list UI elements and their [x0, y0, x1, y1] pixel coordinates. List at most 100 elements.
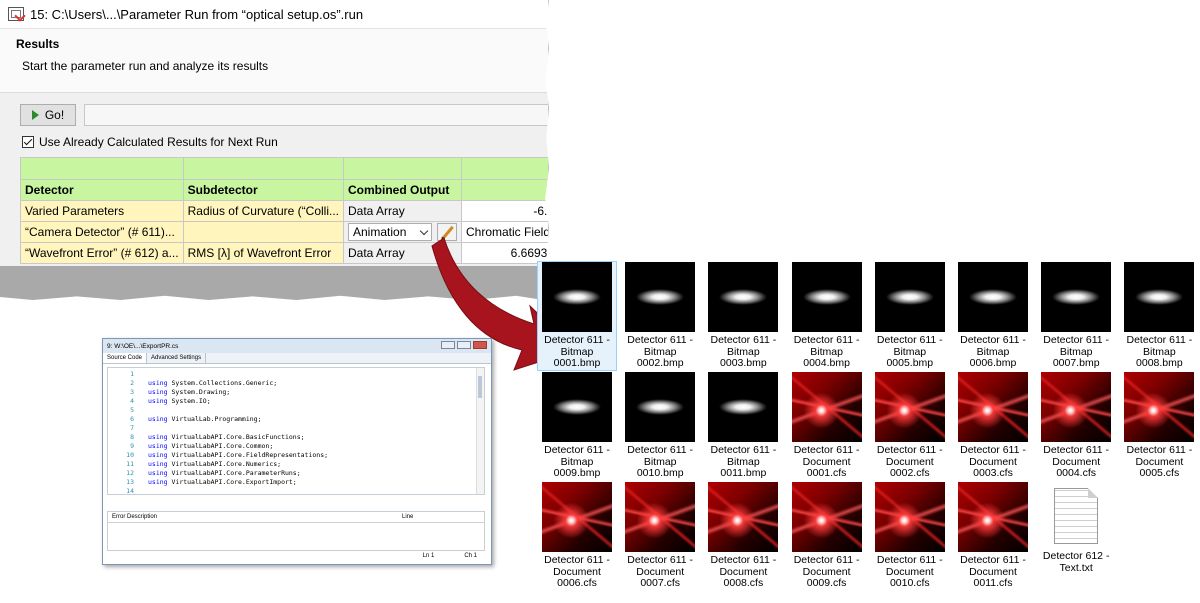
file-name: Detector 611 - Document 0009.cfs [793, 554, 860, 589]
file-item[interactable]: Detector 611 - Document 0002.cfs [871, 372, 949, 480]
progress-bar [84, 104, 548, 126]
tab-source-code[interactable]: Source Code [103, 353, 148, 363]
bitmap-thumbnail-icon [542, 372, 612, 442]
use-calculated-results-checkbox[interactable] [22, 136, 34, 148]
file-item[interactable]: Detector 611 - Bitmap 0008.bmp [1120, 262, 1198, 370]
column-header-combined-output[interactable]: Combined Output [343, 179, 462, 201]
file-name: Detector 611 - Document 0006.cfs [544, 554, 610, 589]
results-header: Results Start the parameter run and anal… [0, 29, 548, 93]
parameter-run-icon [8, 7, 24, 21]
close-icon[interactable] [473, 341, 487, 349]
file-name: Detector 611 - Document 0007.cfs [627, 554, 694, 589]
chevron-down-icon [419, 226, 429, 235]
status-line: Ln 1 [422, 553, 435, 559]
bitmap-thumbnail-icon [625, 372, 696, 442]
table-cell[interactable]: “Wavefront Error” (# 612) a... [20, 242, 184, 264]
file-item[interactable]: Detector 611 - Document 0003.cfs [954, 372, 1032, 480]
file-item[interactable]: Detector 611 - Bitmap 0004.bmp [788, 262, 866, 370]
file-item[interactable]: Detector 611 - Document 0009.cfs [788, 482, 866, 590]
tab-advanced-settings[interactable]: Advanced Settings [147, 353, 207, 363]
go-button[interactable]: Go! [20, 104, 76, 126]
file-item[interactable]: Detector 611 - Document 0011.cfs [954, 482, 1032, 590]
column-header-error-description[interactable]: Error Description [108, 512, 402, 522]
column-header-subdetector[interactable]: Subdetector [182, 179, 345, 201]
file-item[interactable]: Detector 611 - Document 0005.cfs [1120, 372, 1198, 480]
file-name: Detector 611 - Document 0003.cfs [960, 444, 1026, 479]
source-code-text[interactable]: using System.Collections.Generic; using … [148, 370, 328, 494]
use-calculated-results-option[interactable]: Use Already Calculated Results for Next … [22, 135, 278, 149]
table-cell[interactable]: -6.4 m [460, 200, 548, 222]
results-subheading: Start the parameter run and analyze its … [22, 59, 269, 73]
file-item[interactable]: Detector 611 - Bitmap 0003.bmp [704, 262, 782, 370]
editor-status-bar: Ln 1 Ch 1 [107, 551, 485, 561]
minimize-icon[interactable] [441, 341, 455, 349]
file-item[interactable]: Detector 611 - Bitmap 0007.bmp [1037, 262, 1115, 370]
table-cell[interactable]: “Camera Detector” (# 611)... [20, 221, 184, 243]
table-row[interactable]: Varied Parameters Radius of Curvature (“… [20, 200, 548, 222]
parameter-run-titlebar[interactable]: 15: C:\Users\...\Parameter Run from “opt… [0, 0, 548, 29]
document-thumbnail-icon [1124, 372, 1195, 442]
document-thumbnail-icon [958, 482, 1028, 552]
file-item[interactable]: Detector 611 - Bitmap 0010.bmp [621, 372, 699, 480]
table-cell[interactable]: Radius of Curvature (“Colli... [182, 200, 345, 222]
table-header-row: Detector Subdetector Combined Output [20, 179, 548, 201]
file-item[interactable]: Detector 611 - Bitmap 0011.bmp [704, 372, 782, 480]
document-thumbnail-icon [542, 482, 612, 552]
table-cell[interactable]: Varied Parameters [20, 200, 184, 222]
file-item[interactable]: Detector 611 - Bitmap 0001.bmp [537, 261, 617, 371]
error-list-panel: Error Description Line [107, 511, 485, 551]
column-header-detector[interactable]: Detector [20, 179, 184, 201]
table-cell[interactable]: RMS [λ] of Wavefront Error [182, 242, 345, 264]
document-thumbnail-icon [791, 482, 862, 552]
file-item[interactable]: Detector 612 - Text.txt [1037, 482, 1115, 574]
vertical-scrollbar[interactable] [476, 368, 484, 494]
file-name: Detector 611 - Document 0011.cfs [960, 554, 1026, 589]
code-area[interactable]: 1 2 3 4 5 6 7 8 9 10 11 12 13 14 using S… [107, 367, 485, 495]
file-item[interactable]: Detector 611 - Bitmap 0006.bmp [954, 262, 1032, 370]
file-item[interactable]: Detector 611 - Document 0004.cfs [1037, 372, 1115, 480]
table-cell[interactable] [182, 221, 345, 243]
column-header-value[interactable] [460, 179, 548, 201]
file-name: Detector 611 - Document 0010.cfs [876, 554, 943, 589]
use-calculated-results-label: Use Already Calculated Results for Next … [39, 135, 278, 149]
status-char: Ch 1 [464, 553, 477, 559]
bitmap-thumbnail-icon [708, 262, 779, 332]
bitmap-thumbnail-icon [625, 262, 696, 332]
combined-output-dropdown[interactable]: Animation [348, 223, 432, 241]
maximize-icon[interactable] [457, 341, 471, 349]
file-item[interactable]: Detector 611 - Document 0008.cfs [704, 482, 782, 590]
file-name: Detector 612 - Text.txt [1042, 550, 1110, 574]
file-name: Detector 611 - Document 0002.cfs [876, 444, 943, 479]
file-name: Detector 611 - Document 0001.cfs [793, 444, 860, 479]
file-item[interactable]: Detector 611 - Document 0007.cfs [621, 482, 699, 590]
bitmap-thumbnail-icon [1041, 262, 1112, 332]
file-item[interactable]: Detector 611 - Document 0010.cfs [871, 482, 949, 590]
code-editor-titlebar[interactable]: 9: W:\OE\...\ExportPR.cs [103, 339, 491, 353]
file-item[interactable]: Detector 611 - Document 0001.cfs [788, 372, 866, 480]
file-name: Detector 611 - Bitmap 0006.bmp [960, 334, 1026, 369]
line-numbers: 1 2 3 4 5 6 7 8 9 10 11 12 13 14 [126, 370, 134, 495]
bitmap-thumbnail-icon [874, 262, 945, 332]
file-name: Detector 611 - Bitmap 0007.bmp [1043, 334, 1110, 369]
file-name: Detector 611 - Bitmap 0011.bmp [710, 444, 777, 479]
file-name: Detector 611 - Bitmap 0008.bmp [1126, 334, 1193, 369]
error-list-header: Error Description Line [108, 512, 484, 523]
file-item[interactable]: Detector 611 - Bitmap 0005.bmp [871, 262, 949, 370]
scrollbar-thumb[interactable] [478, 376, 482, 398]
file-name: Detector 611 - Bitmap 0001.bmp [544, 334, 610, 369]
bitmap-thumbnail-icon [791, 262, 862, 332]
parameter-run-title: 15: C:\Users\...\Parameter Run from “opt… [30, 6, 364, 22]
document-thumbnail-icon [708, 482, 779, 552]
text-file-icon [1054, 488, 1099, 544]
file-item[interactable]: Detector 611 - Bitmap 0002.bmp [621, 262, 699, 370]
combined-output-selected: Animation [353, 225, 407, 239]
document-thumbnail-icon [874, 372, 945, 442]
file-name: Detector 611 - Bitmap 0005.bmp [876, 334, 943, 369]
file-name: Detector 611 - Document 0005.cfs [1126, 444, 1193, 479]
file-item[interactable]: Detector 611 - Bitmap 0009.bmp [538, 372, 616, 480]
file-item[interactable]: Detector 611 - Document 0006.cfs [538, 482, 616, 590]
column-header-line[interactable]: Line [402, 512, 413, 522]
file-name: Detector 611 - Bitmap 0002.bmp [627, 334, 694, 369]
table-cell[interactable]: Data Array [343, 200, 462, 222]
file-name: Detector 611 - Document 0004.cfs [1043, 444, 1110, 479]
